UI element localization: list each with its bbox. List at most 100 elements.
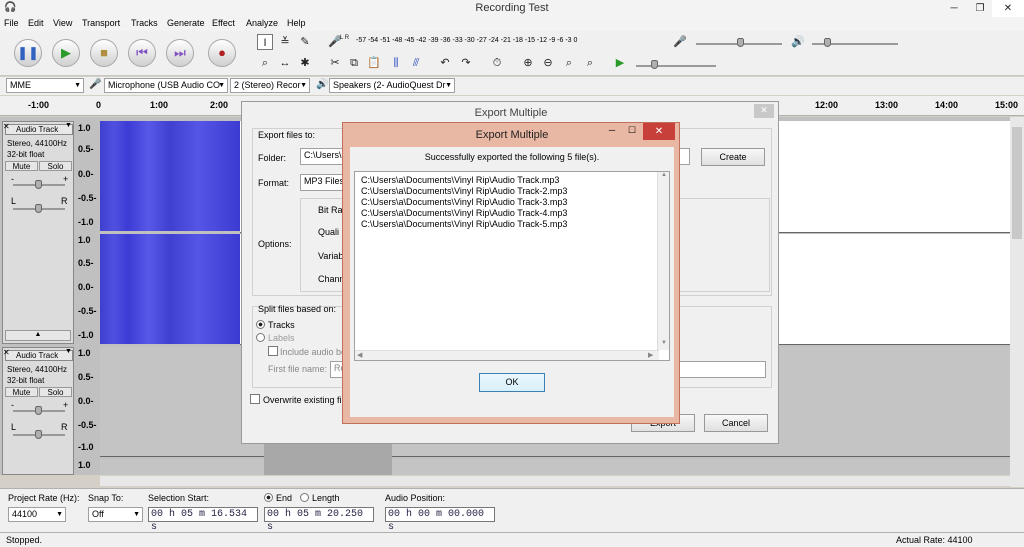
- skip-start-button[interactable]: ⏮: [128, 39, 156, 67]
- redo-icon[interactable]: ↷: [458, 55, 474, 71]
- list-horizontal-scrollbar[interactable]: ◀ ▶: [355, 350, 659, 360]
- collapse-icon[interactable]: ▲: [5, 330, 71, 341]
- solo-button[interactable]: Solo: [39, 387, 72, 397]
- audio-position-field[interactable]: 00 h 00 m 00.000 s: [385, 507, 495, 533]
- mute-button[interactable]: Mute: [5, 387, 38, 397]
- length-radio[interactable]: [300, 493, 309, 502]
- menu-view[interactable]: View: [53, 18, 72, 28]
- track-close-icon[interactable]: ✕: [3, 122, 10, 131]
- trim-icon[interactable]: ⫼: [388, 55, 404, 71]
- draw-tool-icon[interactable]: ✎: [297, 34, 313, 50]
- multi-tool-icon[interactable]: ✱: [297, 55, 313, 71]
- solo-button[interactable]: Solo: [39, 161, 72, 171]
- timeshift-tool-icon[interactable]: ↔: [277, 55, 293, 71]
- play-button[interactable]: ▶: [52, 39, 80, 67]
- menu-transport[interactable]: Transport: [82, 18, 120, 28]
- gain-knob[interactable]: [35, 180, 42, 189]
- overwrite-checkbox[interactable]: [250, 394, 260, 404]
- stop-button[interactable]: ■: [90, 39, 118, 67]
- project-rate-select[interactable]: 44100 ▼: [8, 507, 66, 522]
- chevron-right-icon[interactable]: ▶: [648, 351, 653, 359]
- list-item[interactable]: C:\Users\a\Documents\Vinyl Rip\Audio Tra…: [361, 186, 567, 196]
- track-control-panel[interactable]: Audio Track Stereo, 44100Hz 32-bit float…: [2, 121, 74, 344]
- menu-generate[interactable]: Generate: [167, 18, 205, 28]
- selection-tool-icon[interactable]: I: [257, 34, 273, 50]
- fit-project-icon[interactable]: ⌕: [582, 55, 598, 71]
- chevron-down-icon[interactable]: ▼: [65, 122, 72, 129]
- cancel-button[interactable]: Cancel: [704, 414, 768, 432]
- track-name-menu[interactable]: Audio Track: [5, 350, 73, 361]
- output-volume-knob[interactable]: [824, 38, 831, 47]
- play-speed-slider[interactable]: [636, 65, 716, 67]
- skip-end-button[interactable]: ⏭: [166, 39, 194, 67]
- list-item[interactable]: C:\Users\a\Documents\Vinyl Rip\Audio Tra…: [361, 175, 559, 185]
- chevron-down-icon[interactable]: ▼: [661, 340, 667, 346]
- vertical-scrollbar[interactable]: [1010, 117, 1024, 487]
- record-button[interactable]: ●: [208, 39, 236, 67]
- chevron-down-icon[interactable]: ▼: [65, 348, 72, 355]
- chevron-left-icon[interactable]: ◀: [357, 351, 362, 359]
- exported-files-list[interactable]: C:\Users\a\Documents\Vinyl Rip\Audio Tra…: [354, 171, 670, 361]
- envelope-tool-icon[interactable]: ≚: [277, 34, 293, 50]
- waveform-left-channel[interactable]: [100, 121, 240, 231]
- mute-button[interactable]: Mute: [5, 161, 38, 171]
- gain-knob[interactable]: [35, 406, 42, 415]
- list-vertical-scrollbar[interactable]: ▲ ▼: [657, 172, 669, 350]
- undo-icon[interactable]: ↶: [437, 55, 453, 71]
- waveform-right-channel[interactable]: [100, 234, 240, 344]
- minimize-button[interactable]: ─: [940, 0, 968, 17]
- create-button[interactable]: Create: [701, 148, 765, 166]
- selection-start-field[interactable]: 00 h 05 m 16.534 s: [148, 507, 258, 533]
- menu-edit[interactable]: Edit: [28, 18, 44, 28]
- maximize-button[interactable]: ☐: [625, 125, 639, 139]
- track-close-icon[interactable]: ✕: [3, 348, 10, 357]
- input-channels-select[interactable]: 2 (Stereo) Recor ▼: [230, 78, 310, 93]
- play-speed-knob[interactable]: [651, 60, 658, 69]
- horizontal-scrollbar[interactable]: [100, 476, 1010, 486]
- labels-radio[interactable]: [256, 333, 265, 342]
- close-button[interactable]: ✕: [992, 0, 1024, 17]
- zoom-out-icon[interactable]: ⊖: [540, 55, 556, 71]
- menu-tracks[interactable]: Tracks: [131, 18, 158, 28]
- minimize-button[interactable]: ─: [605, 125, 619, 139]
- pan-knob[interactable]: [35, 430, 42, 439]
- include-audio-checkbox[interactable]: [268, 346, 278, 356]
- menu-analyze[interactable]: Analyze: [246, 18, 278, 28]
- chevron-up-icon[interactable]: ▲: [661, 172, 667, 178]
- scroll-thumb[interactable]: [1012, 127, 1022, 239]
- menu-file[interactable]: File: [4, 18, 19, 28]
- cut-icon[interactable]: ✂: [327, 55, 343, 71]
- paste-icon[interactable]: 📋: [366, 55, 382, 71]
- fit-selection-icon[interactable]: ⌕: [561, 55, 577, 71]
- play-at-speed-icon[interactable]: ▶: [612, 55, 628, 71]
- sync-lock-icon[interactable]: ⏱: [489, 55, 505, 71]
- maximize-button[interactable]: ❐: [966, 0, 994, 17]
- list-item[interactable]: C:\Users\a\Documents\Vinyl Rip\Audio Tra…: [361, 208, 567, 218]
- empty-track[interactable]: [100, 459, 1010, 475]
- pause-button[interactable]: ❚❚: [14, 39, 42, 67]
- audio-host-select[interactable]: MME ▼: [6, 78, 84, 93]
- menu-effect[interactable]: Effect: [212, 18, 235, 28]
- close-icon[interactable]: ✕: [754, 104, 774, 118]
- snap-select[interactable]: Off ▼: [88, 507, 143, 522]
- zoom-tool-icon[interactable]: ⌕: [257, 55, 273, 71]
- tracks-radio[interactable]: [256, 320, 265, 329]
- menu-help[interactable]: Help: [287, 18, 306, 28]
- track-control-panel[interactable]: Audio Track Stereo, 44100Hz 32-bit float…: [2, 347, 74, 475]
- input-device-select[interactable]: Microphone (USB Audio CO ▼: [104, 78, 228, 93]
- silence-icon[interactable]: ⫻: [408, 55, 424, 71]
- list-item[interactable]: C:\Users\a\Documents\Vinyl Rip\Audio Tra…: [361, 197, 567, 207]
- copy-icon[interactable]: ⧉: [346, 55, 362, 71]
- scale-label: -1.0: [78, 442, 94, 452]
- pause-icon: ❚❚: [17, 45, 39, 60]
- zoom-in-icon[interactable]: ⊕: [520, 55, 536, 71]
- ok-button[interactable]: OK: [479, 373, 545, 392]
- pan-knob[interactable]: [35, 204, 42, 213]
- input-volume-knob[interactable]: [737, 38, 744, 47]
- end-radio[interactable]: [264, 493, 273, 502]
- list-item[interactable]: C:\Users\a\Documents\Vinyl Rip\Audio Tra…: [361, 219, 567, 229]
- output-device-select[interactable]: Speakers (2- AudioQuest Dr ▼: [329, 78, 455, 93]
- close-button[interactable]: ✕: [643, 123, 675, 140]
- selection-end-field[interactable]: 00 h 05 m 20.250 s: [264, 507, 374, 533]
- track-name-menu[interactable]: Audio Track: [5, 124, 73, 135]
